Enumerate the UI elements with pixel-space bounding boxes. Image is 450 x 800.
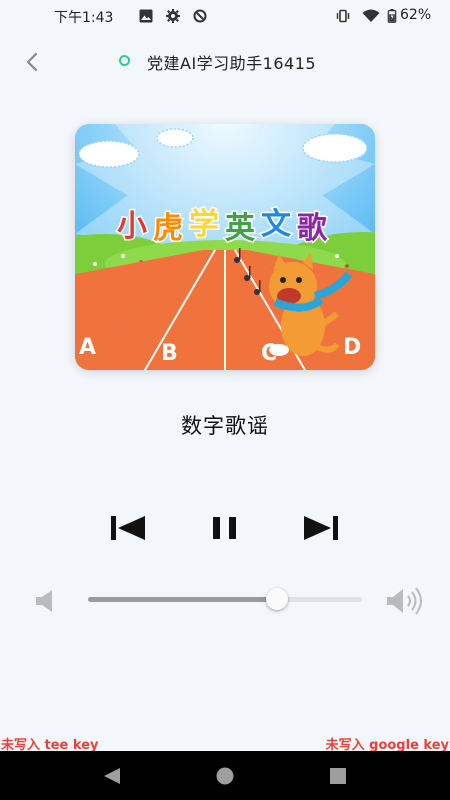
wifi-icon [362, 9, 380, 22]
back-triangle-icon[interactable] [102, 766, 122, 786]
volume-low-icon [36, 590, 52, 612]
back-button[interactable] [18, 48, 46, 76]
data-saver-icon [193, 9, 207, 23]
status-bar: 下午1:43 62% [0, 0, 450, 32]
recents-square-icon[interactable] [328, 766, 348, 786]
status-time: 下午1:43 [54, 10, 114, 26]
header: 党建AI学习助手16415 [0, 40, 450, 82]
previous-button[interactable] [108, 508, 148, 548]
battery-icon [387, 9, 397, 23]
skip-next-icon [304, 516, 338, 540]
track-letter-b: B [161, 341, 178, 366]
track-letter-d: D [343, 335, 361, 360]
volume-thumb[interactable] [266, 588, 289, 610]
album-artwork: A B C D 小 虎 学 英 文 歌 [75, 124, 375, 370]
gear-icon [166, 9, 180, 23]
battery-percent: 62% [400, 7, 432, 23]
chevron-left-icon [26, 52, 38, 72]
song-title: 数字歌谣 [181, 414, 269, 438]
page-title: 党建AI学习助手16415 [147, 54, 317, 73]
cover-char-1: 小 [117, 209, 147, 244]
image-icon [139, 9, 153, 23]
pause-icon [213, 517, 236, 539]
cover-char-2: 虎 [153, 211, 183, 246]
system-nav-bar [0, 751, 450, 800]
volume-fill [88, 597, 278, 602]
skip-previous-icon [111, 516, 145, 540]
cover-char-6: 歌 [297, 211, 328, 246]
home-circle-icon[interactable] [215, 766, 235, 786]
track-letter-a: A [79, 335, 96, 360]
cover-char-5: 文 [261, 207, 291, 242]
volume-slider[interactable] [88, 588, 362, 610]
cover-char-4: 英 [225, 211, 256, 246]
volume-high-icon [387, 587, 422, 615]
next-button[interactable] [301, 508, 341, 548]
pause-button[interactable] [205, 508, 245, 548]
vibrate-icon [336, 9, 350, 23]
online-status-dot [119, 55, 130, 66]
album-cover: A B C D 小 虎 学 英 文 歌 [75, 124, 375, 370]
cover-char-3: 学 [189, 207, 219, 242]
